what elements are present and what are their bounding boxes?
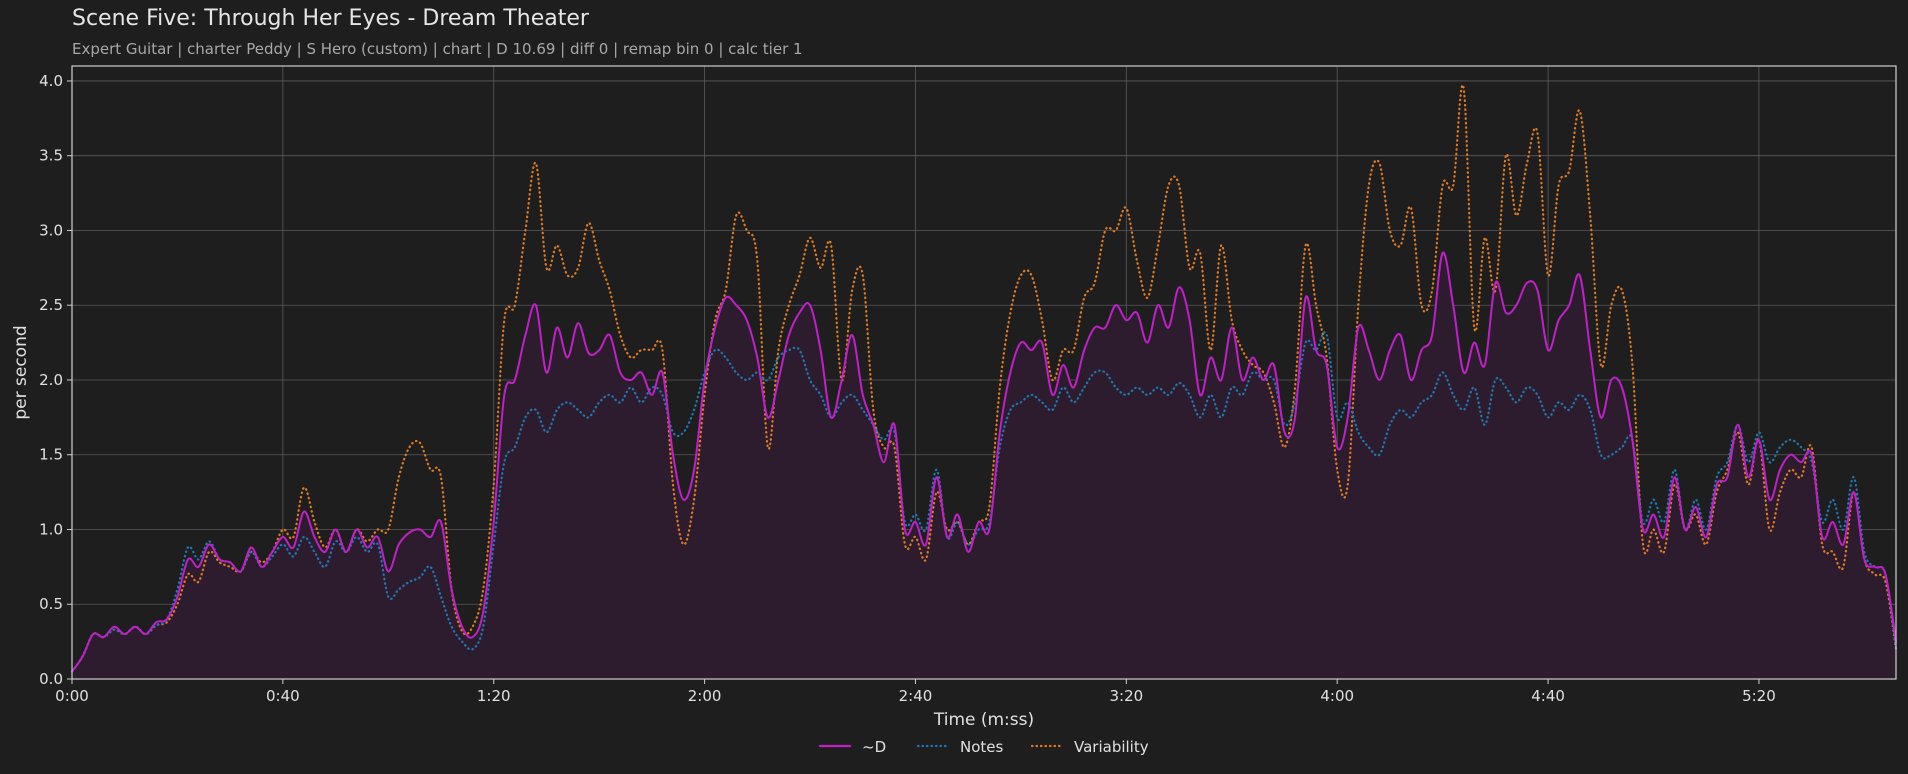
legend: ~D Notes Variability	[818, 738, 1149, 756]
legend-label: Notes	[960, 738, 1004, 756]
y-axis-label: per second	[11, 325, 31, 419]
y-tick-label: 0.0	[39, 670, 63, 688]
d-area	[72, 252, 1896, 680]
line-chart: 0:00 0:40 1:20 2:00 2:40 3:20 4:00 4:40 5:20 0.0…	[11, 65, 1898, 756]
y-tick-label: 4.0	[39, 72, 63, 90]
y-tick-label: 1.5	[39, 446, 63, 464]
y-tick-label: 1.0	[39, 520, 63, 538]
x-tick-label: 2:40	[899, 687, 933, 705]
y-tick-label: 3.5	[39, 147, 63, 165]
x-axis-label: Time (m:ss)	[933, 710, 1034, 730]
legend-item: Variability	[1030, 738, 1149, 756]
legend-item: Notes	[916, 738, 1004, 756]
y-axis-ticks: 0.0 0.5 1.0 1.5 2.0 2.5 3.0 3.5 4.0	[39, 72, 72, 688]
legend-label: Variability	[1074, 738, 1149, 756]
legend-item: ~D	[818, 738, 886, 756]
y-tick-label: 0.5	[39, 595, 63, 613]
y-tick-label: 2.0	[39, 371, 63, 389]
y-tick-label: 2.5	[39, 296, 63, 314]
x-tick-label: 5:20	[1742, 687, 1776, 705]
y-tick-label: 3.0	[39, 221, 63, 239]
x-tick-label: 0:00	[55, 687, 89, 705]
x-tick-label: 4:40	[1531, 687, 1565, 705]
d-area-fill	[72, 252, 1896, 680]
x-axis-ticks: 0:00 0:40 1:20 2:00 2:40 3:20 4:00 4:40 5:20	[55, 679, 1776, 705]
x-tick-label: 2:00	[688, 687, 722, 705]
x-tick-label: 0:40	[266, 687, 300, 705]
x-tick-label: 4:00	[1320, 687, 1354, 705]
x-tick-label: 3:20	[1109, 687, 1143, 705]
legend-label: ~D	[862, 738, 886, 756]
x-tick-label: 1:20	[477, 687, 511, 705]
